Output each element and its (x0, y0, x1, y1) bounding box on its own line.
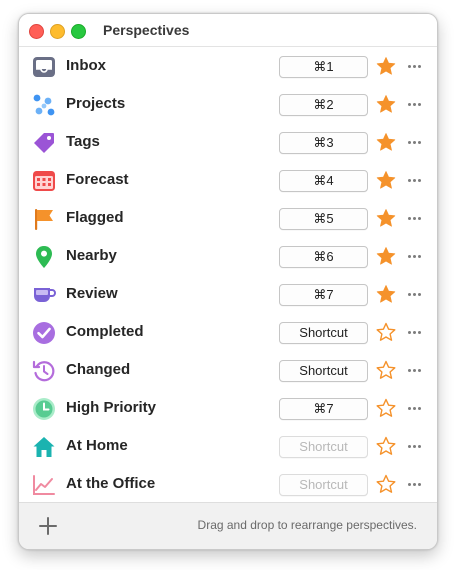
star-filled-icon[interactable] (376, 284, 396, 304)
more-options-icon[interactable] (405, 208, 423, 228)
star-filled-icon[interactable] (376, 56, 396, 76)
perspective-label: Projects (66, 95, 126, 112)
shortcut-field[interactable]: Shortcut (279, 474, 368, 496)
star-filled-icon[interactable] (376, 94, 396, 114)
shortcut-field[interactable]: ⌘5 (279, 208, 368, 230)
zoom-window-button[interactable] (71, 24, 86, 39)
shortcut-field[interactable]: ⌘4 (279, 170, 368, 192)
shortcut-field[interactable]: ⌘3 (279, 132, 368, 154)
shortcut-field[interactable]: ⌘7 (279, 284, 368, 306)
footer-bar: Drag and drop to rearrange perspectives. (19, 502, 437, 549)
more-options-icon[interactable] (405, 284, 423, 304)
more-options-icon[interactable] (405, 246, 423, 266)
shortcut-field[interactable]: Shortcut (279, 360, 368, 382)
more-options-icon[interactable] (405, 170, 423, 190)
add-perspective-button[interactable] (37, 515, 59, 537)
window-title: Perspectives (103, 22, 190, 38)
perspective-row[interactable]: Tags ⌘3 (19, 123, 437, 161)
star-outline-icon[interactable] (376, 360, 396, 380)
perspective-row[interactable]: Flagged ⌘5 (19, 199, 437, 237)
tag-icon (31, 130, 57, 156)
house-icon (31, 434, 57, 460)
inbox-icon (31, 54, 57, 80)
more-options-icon[interactable] (405, 474, 423, 494)
shortcut-field[interactable]: ⌘1 (279, 56, 368, 78)
history-icon (31, 358, 57, 384)
footer-hint-text: Drag and drop to rearrange perspectives. (197, 518, 417, 532)
perspective-label: Inbox (66, 57, 106, 74)
perspective-label: Completed (66, 323, 144, 340)
star-filled-icon[interactable] (376, 208, 396, 228)
clock-icon (31, 396, 57, 422)
shortcut-field[interactable]: ⌘7 (279, 398, 368, 420)
shortcut-field[interactable]: ⌘2 (279, 94, 368, 116)
location-pin-icon (31, 244, 57, 270)
perspective-row[interactable]: High Priority ⌘7 (19, 389, 437, 427)
star-outline-icon[interactable] (376, 322, 396, 342)
perspective-row[interactable]: Completed Shortcut (19, 313, 437, 351)
perspective-row[interactable]: Review ⌘7 (19, 275, 437, 313)
title-bar: Perspectives (19, 14, 437, 47)
star-outline-icon[interactable] (376, 398, 396, 418)
more-options-icon[interactable] (405, 436, 423, 456)
review-cup-icon (31, 282, 57, 308)
shortcut-field[interactable]: Shortcut (279, 322, 368, 344)
star-outline-icon[interactable] (376, 474, 396, 494)
perspective-row[interactable]: Forecast ⌘4 (19, 161, 437, 199)
star-outline-icon[interactable] (376, 436, 396, 456)
star-filled-icon[interactable] (376, 132, 396, 152)
perspective-label: Tags (66, 133, 100, 150)
perspective-row[interactable]: At the Office Shortcut (19, 465, 437, 503)
flag-icon (31, 206, 57, 232)
perspective-label: Review (66, 285, 118, 302)
perspective-label: High Priority (66, 399, 157, 416)
star-filled-icon[interactable] (376, 246, 396, 266)
perspective-label: At Home (66, 437, 128, 454)
checkmark-circle-icon (31, 320, 57, 346)
more-options-icon[interactable] (405, 398, 423, 418)
more-options-icon[interactable] (405, 56, 423, 76)
more-options-icon[interactable] (405, 322, 423, 342)
perspective-label: Nearby (66, 247, 117, 264)
close-window-button[interactable] (29, 24, 44, 39)
more-options-icon[interactable] (405, 94, 423, 114)
star-filled-icon[interactable] (376, 170, 396, 190)
projects-icon (31, 92, 57, 118)
perspective-label: Flagged (66, 209, 124, 226)
perspective-row[interactable]: Nearby ⌘6 (19, 237, 437, 275)
perspective-label: At the Office (66, 475, 156, 492)
plus-icon (39, 517, 57, 535)
perspective-label: Forecast (66, 171, 129, 188)
minimize-window-button[interactable] (50, 24, 65, 39)
perspective-row[interactable]: At Home Shortcut (19, 427, 437, 465)
more-options-icon[interactable] (405, 132, 423, 152)
shortcut-field[interactable]: ⌘6 (279, 246, 368, 268)
perspective-row[interactable]: Inbox ⌘1 (19, 47, 437, 85)
perspective-row[interactable]: Changed Shortcut (19, 351, 437, 389)
more-options-icon[interactable] (405, 360, 423, 380)
chart-line-icon (31, 472, 57, 498)
shortcut-field[interactable]: Shortcut (279, 436, 368, 458)
perspectives-window: Perspectives Inbox ⌘1 Projects ⌘2 Tags ⌘3 Fore… (18, 13, 438, 550)
perspective-row[interactable]: Projects ⌘2 (19, 85, 437, 123)
calendar-icon (31, 168, 57, 194)
perspective-label: Changed (66, 361, 131, 378)
